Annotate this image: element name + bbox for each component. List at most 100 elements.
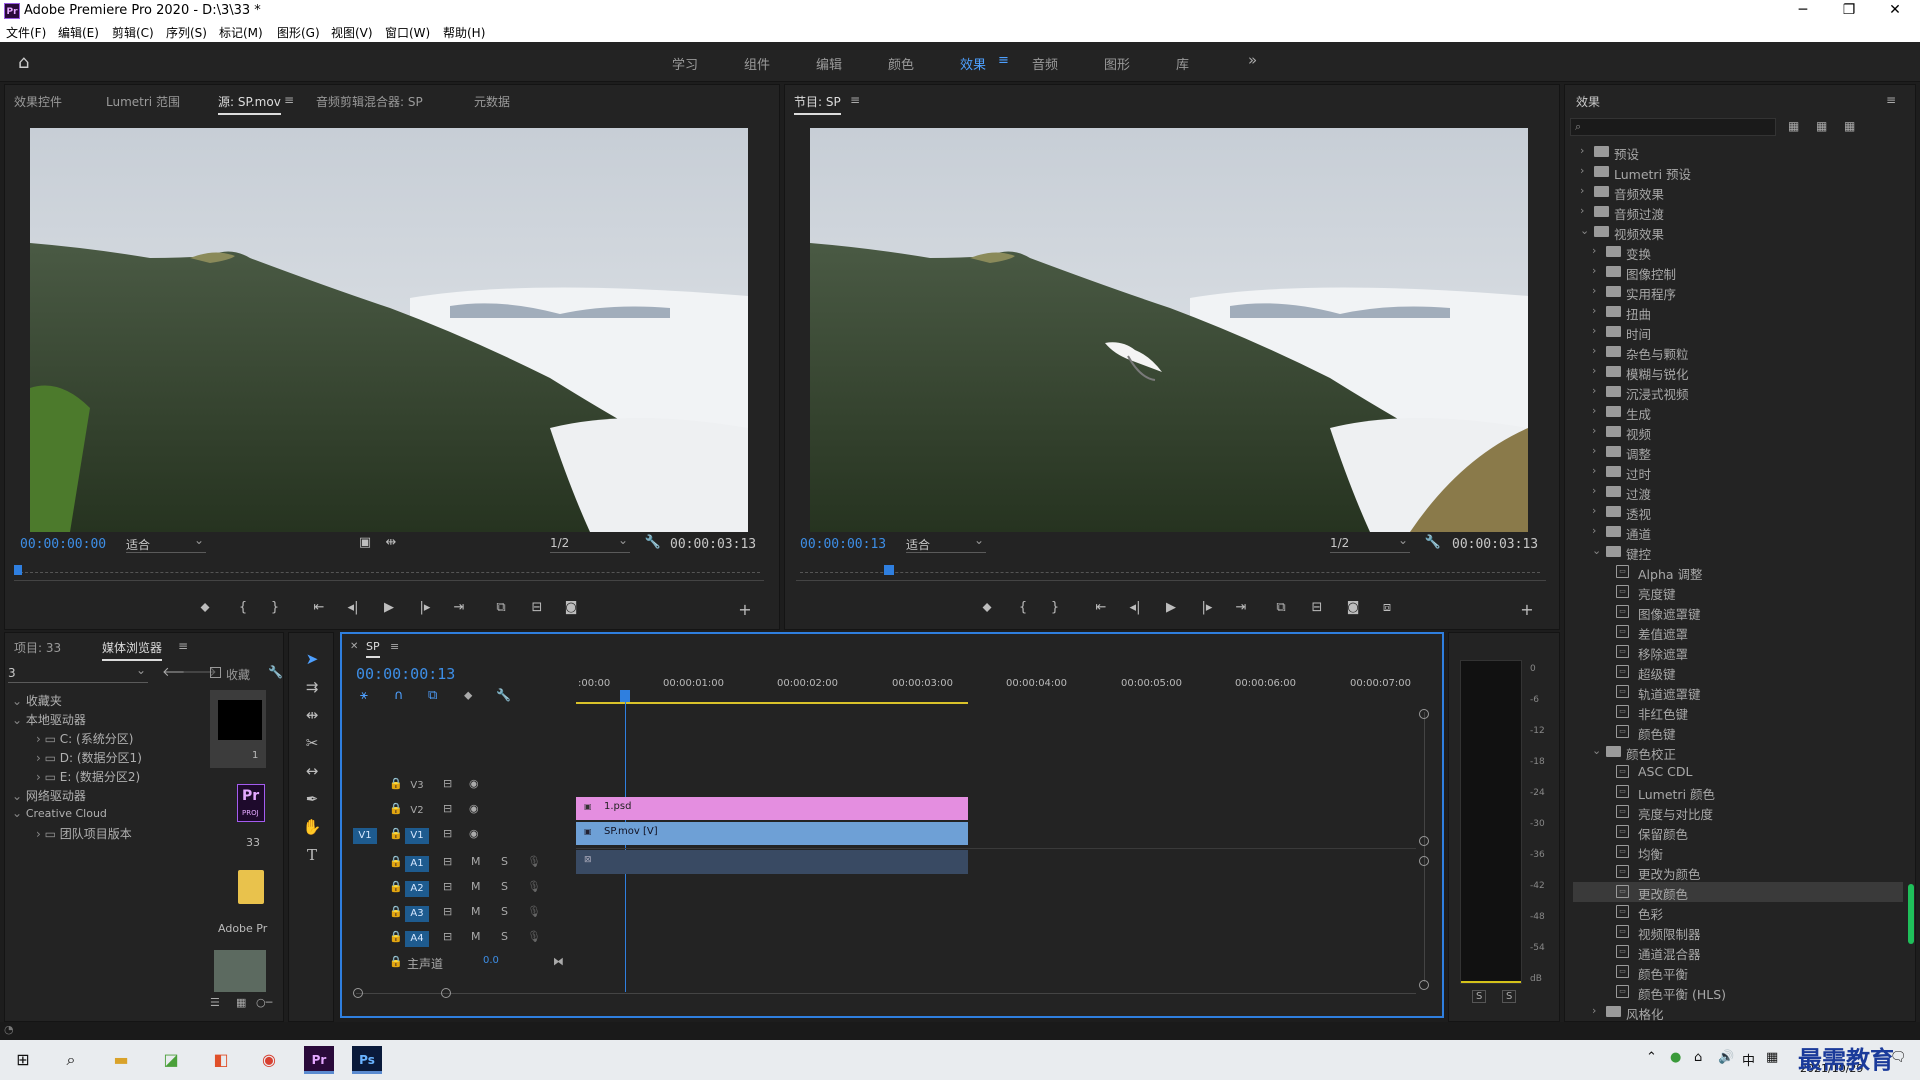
icon-view-icon[interactable]: ▦ bbox=[236, 996, 246, 1009]
program-playhead[interactable] bbox=[884, 565, 894, 575]
source-mark-in-icon[interactable]: { bbox=[232, 600, 254, 615]
source-timecode[interactable]: 00:00:00:00 bbox=[20, 537, 106, 552]
tab-project[interactable]: 项目: 33 bbox=[14, 639, 61, 656]
tab-program-menu-icon[interactable]: ≡ bbox=[850, 93, 860, 107]
menu-marker[interactable]: 标记(M) bbox=[219, 24, 263, 41]
source-playhead[interactable] bbox=[14, 565, 22, 575]
chevron-right-icon[interactable]: › bbox=[1592, 524, 1596, 537]
vscroll-handle-mid2[interactable] bbox=[1419, 856, 1429, 866]
thumb-4-image[interactable] bbox=[214, 950, 266, 992]
source-fit-select[interactable]: 适合 bbox=[126, 533, 206, 553]
lock-icon[interactable]: 🔒 bbox=[389, 855, 403, 868]
menu-edit[interactable]: 编辑(E) bbox=[58, 24, 99, 41]
source-go-to-in-icon[interactable]: ⇤ bbox=[308, 600, 330, 615]
timeline-settings-icon[interactable]: 🔧 bbox=[496, 688, 511, 702]
effect-item[interactable]: ▭ 非红色键 bbox=[1573, 702, 1903, 722]
chevron-right-icon[interactable]: › bbox=[1580, 164, 1584, 177]
premiere-taskbar-icon[interactable]: Pr bbox=[304, 1046, 334, 1074]
solo-button[interactable]: S bbox=[501, 880, 508, 893]
chevron-down-icon[interactable]: ⌄ bbox=[1580, 224, 1589, 237]
effect-item[interactable]: › 图像控制 bbox=[1573, 262, 1903, 282]
effect-item[interactable]: › 扭曲 bbox=[1573, 302, 1903, 322]
tab-lumetri-scopes[interactable]: Lumetri 范围 bbox=[106, 93, 180, 110]
search-icon[interactable]: ⌕ bbox=[56, 1046, 86, 1074]
notification-icon[interactable]: 🗨 bbox=[1890, 1050, 1907, 1065]
lock-icon[interactable]: 🔒 bbox=[389, 802, 403, 815]
chevron-right-icon[interactable]: › bbox=[1592, 284, 1596, 297]
effect-item[interactable]: ▭ 视频限制器 bbox=[1573, 922, 1903, 942]
program-settings-wrench-icon[interactable]: 🔧 bbox=[1422, 535, 1444, 550]
tab-media-browser[interactable]: 媒体浏览器 bbox=[102, 639, 163, 661]
chevron-right-icon[interactable]: › bbox=[1580, 184, 1584, 197]
vscroll-handle-top[interactable] bbox=[1419, 709, 1429, 719]
effects-scrollbar[interactable] bbox=[1908, 884, 1914, 944]
source-drag-icon[interactable]: ⇹ bbox=[380, 535, 402, 550]
chevron-down-icon[interactable]: ⌄ bbox=[1592, 544, 1601, 557]
chevron-right-icon[interactable]: › bbox=[1592, 1004, 1596, 1017]
scroll-handle-right[interactable] bbox=[441, 988, 451, 998]
chevron-right-icon[interactable]: › bbox=[1592, 264, 1596, 277]
effects-panel-menu-icon[interactable]: ≡ bbox=[1886, 93, 1896, 107]
clip-1-psd[interactable]: ▣ 1.psd bbox=[576, 797, 968, 820]
chevron-right-icon[interactable]: › bbox=[36, 827, 45, 841]
chevron-right-icon[interactable]: › bbox=[1592, 244, 1596, 257]
sync-lock-icon[interactable]: ⊟ bbox=[443, 802, 452, 815]
lock-icon[interactable]: 🔒 bbox=[389, 880, 403, 893]
wrench-icon[interactable]: 🔧 bbox=[268, 665, 283, 679]
minimize-button[interactable]: ─ bbox=[1780, 0, 1826, 22]
program-add-button-icon[interactable]: + bbox=[1516, 600, 1538, 619]
close-button[interactable]: ✕ bbox=[1872, 0, 1918, 22]
master-volume-value[interactable]: 0.0 bbox=[483, 955, 499, 966]
tab-program[interactable]: 节目: SP bbox=[794, 93, 841, 115]
effect-item[interactable]: › 时间 bbox=[1573, 322, 1903, 342]
source-go-to-out-icon[interactable]: ⇥ bbox=[448, 600, 470, 615]
pen-tool-icon[interactable]: ✒ bbox=[302, 790, 322, 810]
effect-item[interactable]: › 过时 bbox=[1573, 462, 1903, 482]
track-select-tool-icon[interactable]: ⇉ bbox=[302, 678, 322, 698]
program-extract-icon[interactable]: ⊟ bbox=[1306, 600, 1328, 615]
workspace-editing[interactable]: 编辑 bbox=[816, 54, 842, 73]
source-safe-margins-icon[interactable]: ▣ bbox=[354, 535, 376, 550]
linked-selection-icon[interactable]: ⧉ bbox=[428, 688, 437, 703]
chevron-right-icon[interactable]: › bbox=[1592, 504, 1596, 517]
program-export-frame-icon[interactable]: ◙ bbox=[1342, 600, 1364, 615]
input-mode-icon[interactable]: ▦ bbox=[1766, 1050, 1778, 1065]
folder-icon[interactable] bbox=[238, 870, 264, 904]
chevron-down-icon[interactable]: ⌄ bbox=[1592, 744, 1601, 757]
32bit-effects-icon[interactable]: ▦ bbox=[1816, 119, 1827, 133]
chevron-right-icon[interactable]: › bbox=[1580, 144, 1584, 157]
clip-sp-mov-video[interactable]: ▣ SP.mov [V] bbox=[576, 822, 968, 845]
slip-tool-icon[interactable]: ↔ bbox=[302, 762, 322, 782]
windows-start-icon[interactable]: ⊞ bbox=[8, 1046, 38, 1074]
tab-source-menu-icon[interactable]: ≡ bbox=[284, 93, 294, 107]
menu-window[interactable]: 窗口(W) bbox=[385, 24, 430, 41]
workspace-libraries[interactable]: 库 bbox=[1176, 54, 1189, 73]
source-step-forward-icon[interactable]: |▸ bbox=[414, 600, 436, 615]
lock-icon[interactable]: 🔒 bbox=[389, 827, 403, 840]
media-tree-item[interactable]: ⌄ 本地驱动器 bbox=[12, 711, 86, 728]
accelerated-effects-icon[interactable]: ▦ bbox=[1788, 119, 1799, 133]
effect-item[interactable]: ▭ 更改颜色 bbox=[1573, 882, 1903, 902]
program-quality-select[interactable]: 1/2 bbox=[1330, 533, 1410, 553]
thumb-1[interactable]: 1 bbox=[210, 690, 266, 768]
mic-icon[interactable]: 🎙 bbox=[527, 855, 541, 868]
program-step-forward-icon[interactable]: |▸ bbox=[1196, 600, 1218, 615]
solo-button[interactable]: S bbox=[501, 905, 508, 918]
effect-item[interactable]: ▭ 更改为颜色 bbox=[1573, 862, 1903, 882]
tray-app-icon[interactable]: ● bbox=[1670, 1050, 1681, 1065]
more-workspaces-icon[interactable]: » bbox=[1248, 51, 1257, 69]
source-time-ruler[interactable] bbox=[20, 572, 760, 586]
eye-icon[interactable]: ◉ bbox=[469, 802, 479, 815]
chrome-icon[interactable]: ◉ bbox=[254, 1046, 284, 1074]
mic-icon[interactable]: 🎙 bbox=[527, 880, 541, 893]
timeline-horizontal-scrollbar[interactable] bbox=[356, 993, 1416, 994]
effect-item[interactable]: › 视频 bbox=[1573, 422, 1903, 442]
mic-icon[interactable]: 🎙 bbox=[527, 930, 541, 943]
effect-item[interactable]: ⌄ 颜色校正 bbox=[1573, 742, 1903, 762]
source-insert-icon[interactable]: ⧉ bbox=[490, 600, 512, 615]
type-tool-icon[interactable]: T bbox=[302, 846, 322, 866]
home-icon[interactable]: ⌂ bbox=[18, 52, 29, 73]
effect-item[interactable]: › 生成 bbox=[1573, 402, 1903, 422]
tab-metadata[interactable]: 元数据 bbox=[474, 93, 510, 110]
effect-item[interactable]: › 音频过渡 bbox=[1573, 202, 1903, 222]
